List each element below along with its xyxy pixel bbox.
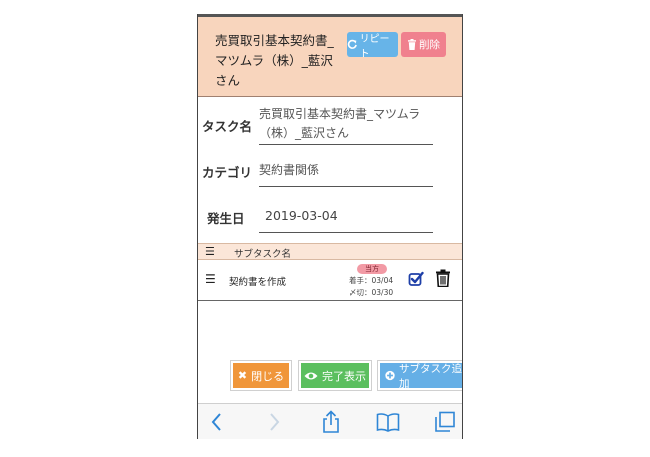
close-label: 閉じる xyxy=(251,369,285,383)
close-icon: ✖ xyxy=(237,369,248,382)
tabs-icon[interactable] xyxy=(433,410,457,434)
plus-circle-icon xyxy=(385,370,395,381)
back-icon[interactable] xyxy=(205,410,229,434)
task-header: 売買取引基本契約書_マツムラ（株）_藍沢さん リピート 削除 xyxy=(198,17,462,97)
subtask-row[interactable]: ☰ 契約書を作成 当方 着手：03/04 〆切：03/30 xyxy=(198,261,462,301)
delete-label: 削除 xyxy=(419,39,440,51)
subtask-column-label: サブタスク名 xyxy=(234,249,292,260)
repeat-label: リピート xyxy=(359,33,390,60)
refresh-icon xyxy=(347,39,357,49)
app-screen: 売買取引基本契約書_マツムラ（株）_藍沢さん リピート 削除 タスク名 売買取引… xyxy=(197,14,463,439)
drag-handle-icon[interactable]: ☰ xyxy=(205,272,216,286)
trash-icon xyxy=(408,39,416,50)
start-date: 着手：03/04 xyxy=(349,276,394,285)
deadline-date: 〆切：03/30 xyxy=(349,288,394,297)
subtask-dates: 着手：03/04 〆切：03/30 xyxy=(349,275,393,299)
add-subtask-button[interactable]: サブタスク追加 xyxy=(378,361,463,390)
repeat-button[interactable]: リピート xyxy=(347,32,398,60)
menu-icon: ☰ xyxy=(205,245,215,258)
delete-subtask-icon[interactable] xyxy=(435,269,451,287)
subtask-list-header: ☰ サブタスク名 xyxy=(198,243,462,260)
task-name-field[interactable]: 売買取引基本契約書_マツムラ（株）_藍沢さん xyxy=(259,105,433,145)
date-field[interactable]: 2019-03-04 xyxy=(259,206,433,233)
bookmarks-icon[interactable] xyxy=(376,410,400,434)
done-label: 完了表示 xyxy=(322,369,366,383)
show-completed-button[interactable]: 完了表示 xyxy=(299,361,371,390)
header-title: 売買取引基本契約書_マツムラ（株）_藍沢さん xyxy=(215,33,334,88)
category-field[interactable]: 契約書関係 xyxy=(259,160,433,187)
task-name-label: タスク名 xyxy=(202,119,253,134)
owner-badge: 当方 xyxy=(357,264,387,274)
subtask-name: 契約書を作成 xyxy=(229,277,287,288)
checkbox-checked-icon[interactable] xyxy=(408,271,424,287)
add-label: サブタスク追加 xyxy=(399,362,463,390)
forward-icon xyxy=(270,413,280,431)
date-label: 発生日 xyxy=(207,211,245,226)
eye-icon xyxy=(304,372,318,379)
category-label: カテゴリ xyxy=(202,165,253,180)
browser-toolbar xyxy=(198,403,462,439)
share-icon[interactable] xyxy=(319,410,343,434)
close-button[interactable]: ✖ 閉じる xyxy=(231,361,291,390)
delete-button[interactable]: 削除 xyxy=(401,32,446,57)
